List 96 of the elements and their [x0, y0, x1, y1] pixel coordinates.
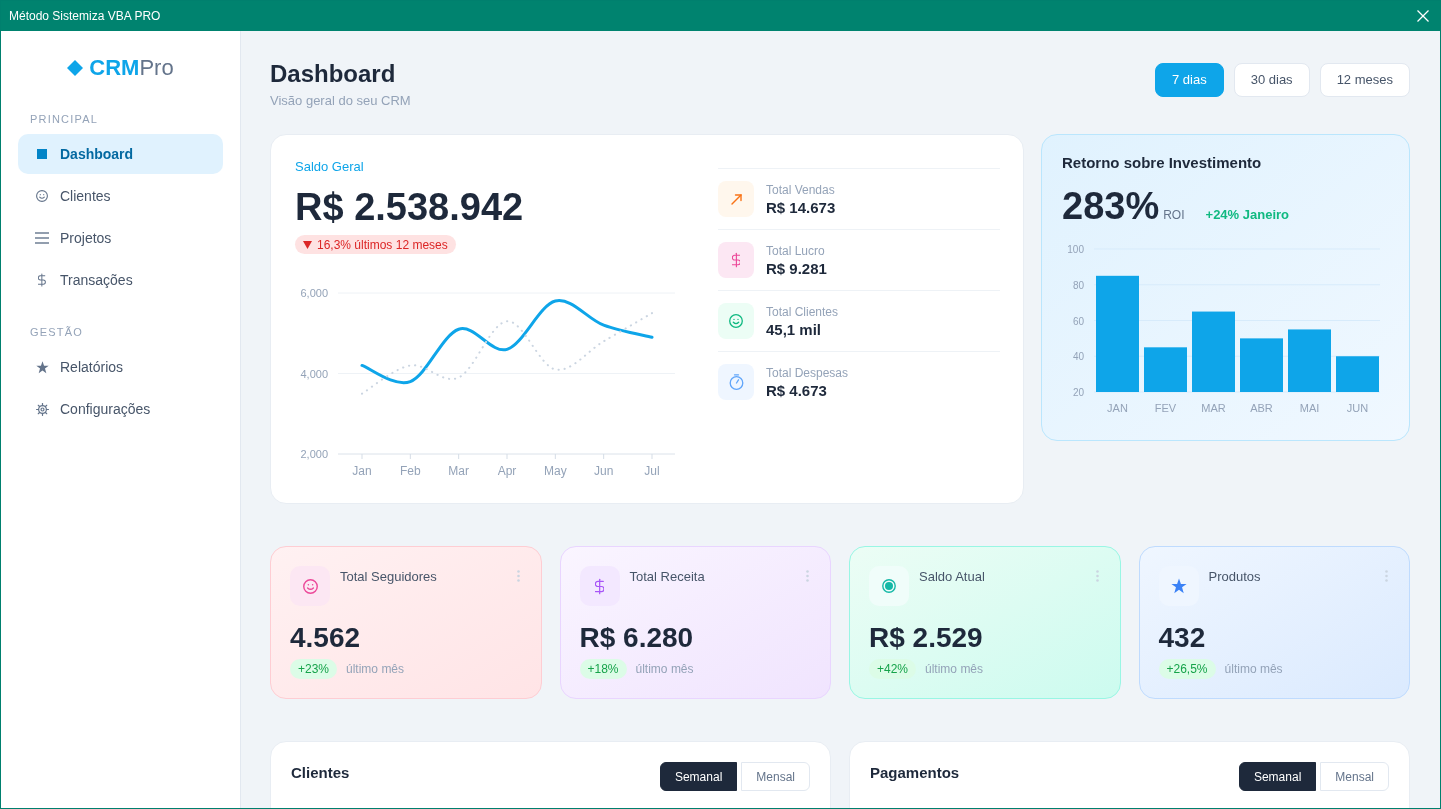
section-heading: GESTÃO: [29, 325, 85, 339]
period-tab[interactable]: 30 dias: [1233, 63, 1310, 97]
x-axis-label: May: [544, 463, 567, 478]
diamond-logo-icon: [67, 60, 84, 76]
card-label: Saldo Geral: [295, 158, 365, 176]
page-subtitle: Visão geral do seu CRM: [270, 92, 411, 110]
total-value: 45,1 mil: [766, 319, 823, 339]
total-label: Total Despesas: [766, 364, 849, 381]
roi-value: 283%: [1062, 184, 1160, 229]
stat-value: 4.562: [290, 621, 362, 655]
stopwatch-icon: [728, 374, 744, 390]
roi-unit: ROI: [1163, 207, 1185, 224]
total-label: Total Lucro: [766, 242, 826, 259]
sidebar-item[interactable]: Dashboard: [18, 134, 223, 174]
bar: [1288, 329, 1331, 392]
stat-value: 432: [1158, 621, 1207, 655]
x-axis-label: MAI: [1299, 402, 1320, 414]
y-axis-label: 6,000: [300, 286, 328, 299]
stat-title: Total Seguidores: [340, 568, 437, 586]
logo-text: CRMPro: [89, 57, 174, 79]
x-axis-label: Feb: [400, 463, 421, 478]
bar: [1240, 338, 1283, 392]
panel-title: Clientes: [291, 763, 350, 783]
total-value: R$ 9.281: [766, 258, 827, 278]
roi-change: +24% Janeiro: [1205, 206, 1289, 224]
x-axis-label: Jan: [352, 463, 372, 478]
smiley-icon: [36, 190, 48, 202]
y-axis-label: 40: [1072, 351, 1084, 363]
dollar-icon: [594, 577, 605, 595]
sidebar-item[interactable]: Transações: [18, 260, 223, 300]
stat-value: R$ 6.280: [579, 621, 695, 655]
toggle-tab[interactable]: Semanal: [659, 762, 738, 791]
smiley-icon: [302, 578, 318, 594]
settings-icon: [35, 402, 49, 416]
y-axis-label: 20: [1072, 387, 1084, 398]
period-note: último mês: [925, 661, 984, 678]
triangle-down-icon: [303, 240, 312, 249]
more-options-icon[interactable]: [806, 570, 809, 582]
more-options-icon[interactable]: [1095, 570, 1099, 582]
section-heading: PRINCIPAL: [29, 112, 100, 126]
sidebar-item[interactable]: Relatórios: [18, 347, 223, 387]
square-icon: [37, 149, 47, 159]
star-icon: [35, 360, 49, 374]
total-label: Total Vendas: [766, 181, 836, 198]
dollar-icon: [731, 252, 741, 268]
arrow-up-right-icon: [730, 193, 742, 205]
stat-title: Total Receita: [629, 568, 705, 586]
x-axis-label: ABR: [1250, 402, 1273, 414]
stat-title: Produtos: [1208, 568, 1261, 586]
x-axis-label: Jul: [644, 463, 660, 478]
sidebar-item[interactable]: Configurações: [18, 389, 223, 429]
total-value: R$ 4.673: [766, 380, 828, 400]
stat-title: Saldo Atual: [919, 568, 985, 586]
panel-title: Pagamentos: [870, 763, 960, 783]
dollar-icon: [38, 273, 46, 287]
bar: [1144, 347, 1187, 392]
sidebar-item[interactable]: Clientes: [18, 176, 223, 216]
change-badge: +26,5%: [1158, 659, 1216, 679]
total-value: R$ 14.673: [766, 197, 836, 217]
radio-dot-icon: [882, 579, 896, 593]
y-axis-label: 60: [1072, 315, 1084, 327]
card-title: Retorno sobre Investimento: [1062, 153, 1263, 173]
smiley-icon: [729, 314, 743, 328]
change-badge: 16,3% últimos 12 meses: [295, 235, 456, 254]
x-axis-label: MAR: [1201, 402, 1226, 414]
y-axis-label: 2,000: [300, 447, 328, 460]
toggle-tab[interactable]: Mensal: [1320, 762, 1389, 791]
period-note: último mês: [1224, 661, 1283, 678]
x-axis-label: JUN: [1346, 402, 1369, 414]
y-axis-label: 80: [1072, 279, 1084, 291]
period-tab[interactable]: 12 meses: [1319, 63, 1410, 97]
period-note: último mês: [346, 661, 405, 678]
sidebar-item[interactable]: Projetos: [18, 218, 223, 258]
page-title: Dashboard: [270, 59, 397, 89]
stat-value: R$ 2.529: [869, 621, 984, 655]
period-note: último mês: [635, 661, 694, 678]
x-axis-label: Apr: [497, 463, 517, 478]
star-icon: [1170, 578, 1187, 594]
toggle-tab[interactable]: Semanal: [1238, 762, 1317, 791]
change-badge: +18%: [579, 659, 627, 679]
x-axis-label: JAN: [1107, 402, 1128, 414]
toggle-tab[interactable]: Mensal: [741, 762, 810, 791]
window-title: Método Sistemiza VBA PRO: [9, 8, 161, 25]
x-axis-label: Jun: [594, 463, 614, 478]
y-axis-label: 100: [1067, 244, 1084, 255]
more-options-icon[interactable]: [516, 570, 520, 582]
bar: [1336, 356, 1379, 392]
total-label: Total Clientes: [766, 303, 839, 320]
x-axis-label: FEV: [1154, 402, 1177, 414]
y-axis-label: 4,000: [300, 367, 328, 379]
list-icon: [35, 232, 49, 244]
close-button[interactable]: [1416, 9, 1430, 23]
x-axis-label: Mar: [448, 463, 469, 478]
change-badge: +23%: [290, 659, 338, 679]
balance-value: R$ 2.538.942: [295, 185, 525, 230]
change-badge: +42%: [869, 659, 917, 679]
